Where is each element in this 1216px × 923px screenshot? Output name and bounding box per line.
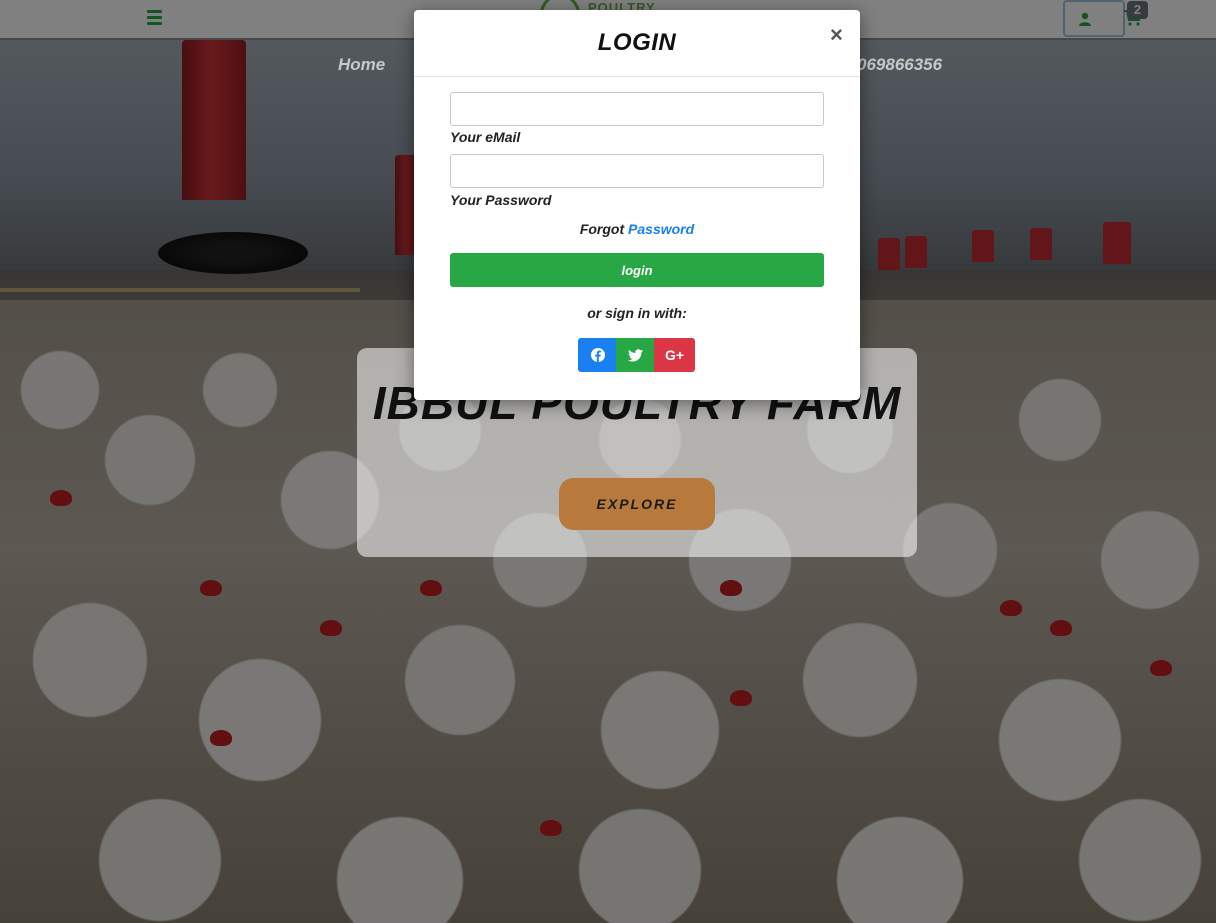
nav-link-home[interactable]: Home	[338, 55, 385, 75]
user-icon	[1079, 12, 1091, 26]
google-plus-icon: G+	[664, 347, 685, 363]
cart-count-badge: 2	[1127, 1, 1148, 19]
password-label: Your Password	[450, 192, 552, 208]
close-icon[interactable]: ×	[830, 24, 843, 46]
email-field[interactable]	[450, 92, 824, 126]
password-field[interactable]	[450, 154, 824, 188]
social-signin-label: or sign in with:	[587, 305, 687, 321]
login-modal: LOGIN × Your eMail Your Password Forgot …	[414, 10, 860, 400]
facebook-login-button[interactable]	[578, 338, 617, 372]
nav-phone-number: 069866356	[857, 55, 943, 74]
login-button[interactable]: login	[450, 253, 824, 287]
email-label: Your eMail	[450, 129, 521, 145]
twitter-icon	[627, 348, 643, 361]
forgot-password-link[interactable]: Password	[628, 221, 694, 237]
twitter-login-button[interactable]	[616, 338, 654, 372]
modal-header: LOGIN ×	[414, 10, 860, 77]
explore-button[interactable]: EXPLORE	[559, 478, 715, 530]
facebook-icon	[590, 348, 605, 362]
modal-title: LOGIN	[597, 29, 677, 56]
forgot-password-row: Forgot Password	[414, 221, 860, 237]
google-plus-login-button[interactable]: G+	[654, 338, 695, 372]
forgot-prefix: Forgot	[579, 221, 625, 237]
hamburger-menu-icon[interactable]	[147, 10, 162, 25]
user-account-button[interactable]	[1063, 0, 1125, 37]
